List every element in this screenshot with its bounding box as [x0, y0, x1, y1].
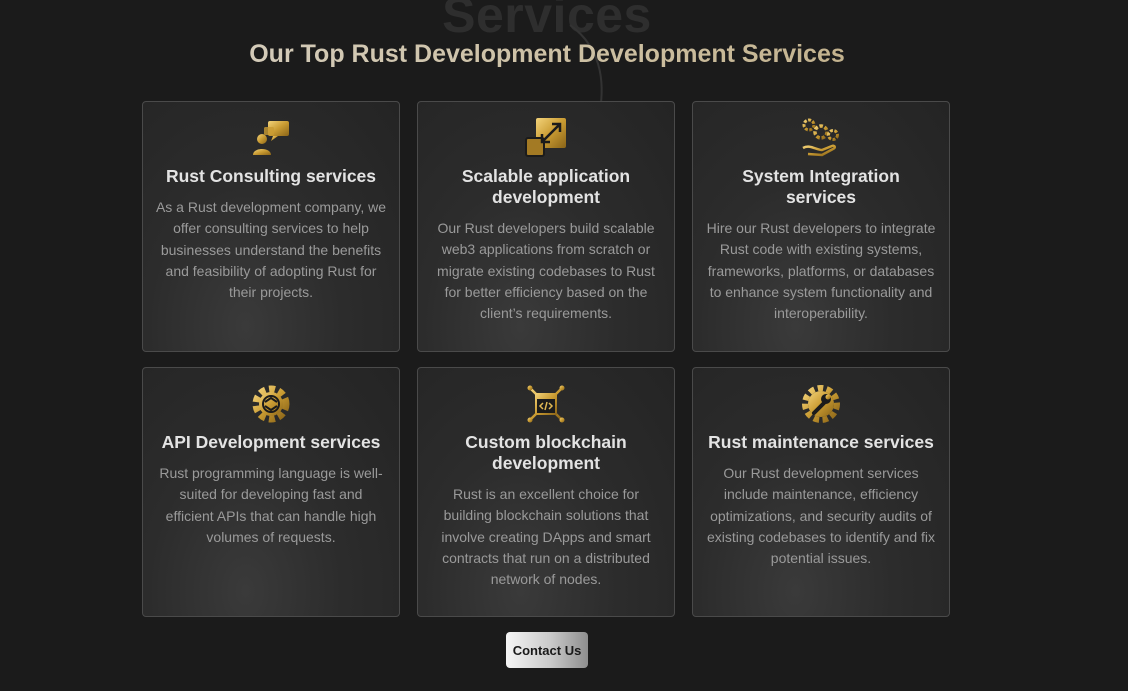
card-description: Rust is an excellent choice for building… — [441, 486, 651, 588]
card-title: Rust Consulting services — [165, 166, 377, 186]
ghost-heading: Services — [442, 0, 652, 43]
contact-us-button[interactable]: Contact Us — [506, 632, 588, 668]
services-section: Services Our Top Rust Development Develo… — [0, 0, 1128, 691]
card-title: API Development services — [161, 432, 381, 452]
blockchain-code-icon — [524, 382, 568, 426]
card-title: Rust maintenance services — [708, 432, 934, 452]
service-card-maintenance: Rust maintenance services Our Rust devel… — [692, 367, 950, 617]
wrench-gear-icon — [799, 382, 843, 426]
gears-hand-icon — [799, 116, 843, 160]
scale-arrows-icon — [524, 116, 568, 160]
consulting-chat-icon — [249, 116, 293, 160]
card-description: Hire our Rust developers to integrate Ru… — [706, 220, 936, 322]
card-description: Our Rust development services include ma… — [706, 465, 936, 567]
service-card-consulting: Rust Consulting services As a Rust devel… — [142, 101, 400, 352]
page-title: Our Top Rust Development Development Ser… — [0, 40, 1094, 69]
card-description: As a Rust development company, we offer … — [155, 199, 387, 301]
card-title: System Integration services — [742, 166, 900, 207]
card-description: Our Rust developers build scalable web3 … — [437, 220, 655, 322]
card-title: Scalable application development — [461, 166, 631, 207]
service-card-integration: System Integration services Hire our Rus… — [692, 101, 950, 352]
card-description: Rust programming language is well-suited… — [159, 465, 383, 545]
service-card-blockchain: Custom blockchain development Rust is an… — [417, 367, 675, 617]
service-card-scalable: Scalable application development Our Rus… — [417, 101, 675, 352]
card-title: Custom blockchain development — [465, 432, 627, 473]
service-card-api: API Development services Rust programmin… — [142, 367, 400, 617]
api-gear-icon — [249, 382, 293, 426]
